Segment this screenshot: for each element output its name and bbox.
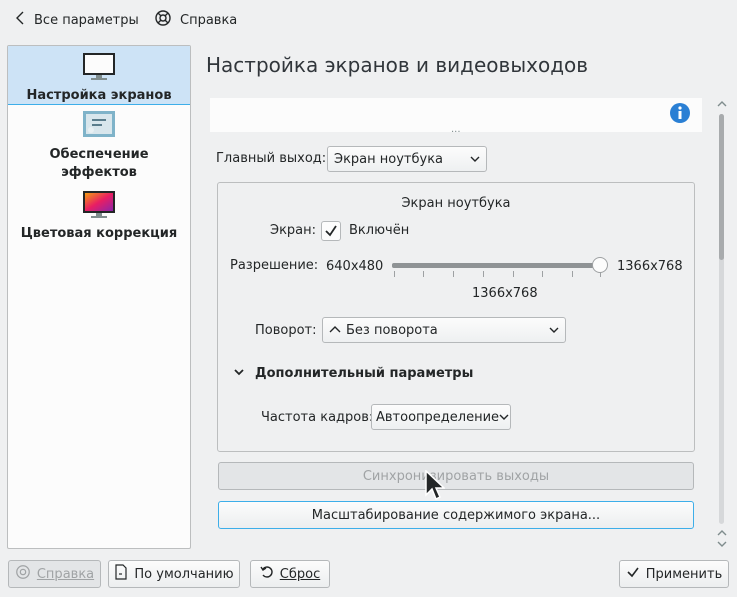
sync-outputs-label: Синхронизировать выходы (362, 468, 550, 484)
primary-output-label: Главный выход: (216, 151, 327, 166)
monitor-icon (83, 53, 115, 80)
sync-outputs-button[interactable]: Синхронизировать выходы (218, 462, 694, 490)
sidebar-item-label: Обеспечение эффектов (49, 147, 149, 180)
lifebuoy-icon (15, 564, 31, 584)
slider-tick (483, 271, 484, 277)
chevron-left-icon (14, 10, 26, 30)
back-label: Все параметры (34, 12, 139, 28)
screen-enabled-label: Включён (349, 223, 410, 238)
scrollbar-thumb[interactable] (719, 114, 724, 260)
sidebar-item-effects[interactable]: Обеспечение эффектов (8, 110, 190, 184)
checkmark-icon (626, 565, 640, 583)
reset-button[interactable]: Сброс (250, 560, 330, 588)
chevron-down-icon (549, 323, 559, 338)
rotation-up-icon (329, 323, 341, 338)
slider-tick (572, 271, 573, 277)
mouse-cursor-icon (425, 469, 446, 506)
help-label: Справка (180, 12, 238, 28)
chevron-down-icon (499, 410, 509, 425)
resolution-slider-handle[interactable] (592, 257, 608, 273)
screen-enabled-checkbox[interactable] (321, 221, 341, 241)
chevron-down-icon (233, 366, 245, 381)
scale-content-button[interactable]: Масштабирование содержимого экрана... (218, 501, 694, 529)
resolution-max: 1366x768 (617, 259, 683, 274)
scroll-down-arrow-icon[interactable] (716, 538, 728, 553)
desktop-effects-icon (83, 111, 115, 137)
primary-output-combo[interactable]: Экран ноутбука (327, 146, 487, 172)
apply-button[interactable]: Применить (619, 560, 729, 588)
reset-label: Сброс (279, 566, 321, 582)
resolution-label: Разрешение: (230, 258, 319, 273)
scroll-up-arrow-icon[interactable] (716, 98, 728, 113)
slider-tick (542, 271, 543, 277)
sidebar: Настройка экранов Обеспечение эффектов Ц… (7, 45, 191, 549)
sidebar-item-color-correction[interactable]: Цветовая коррекция (8, 190, 190, 242)
slider-tick (453, 271, 454, 277)
advanced-toggle[interactable]: Дополнительный параметры (233, 366, 473, 381)
refresh-combo[interactable]: Автоопределение (371, 404, 511, 430)
undo-icon (260, 565, 274, 583)
apply-label: Применить (645, 566, 723, 582)
rotation-value: Без поворота (346, 322, 438, 338)
slider-tick (394, 271, 395, 277)
preview-resize-handle[interactable]: ... (451, 124, 461, 135)
help-button[interactable]: Справка (154, 8, 237, 32)
defaults-label: По умолчанию (134, 566, 234, 582)
rotation-label: Поворот: (255, 323, 317, 338)
resolution-slider-fill (392, 263, 598, 268)
footer-help-button[interactable]: Справка (8, 560, 101, 588)
scale-content-label: Масштабирование содержимого экрана... (311, 507, 601, 523)
rotation-combo[interactable]: Без поворота (322, 317, 566, 343)
info-icon[interactable] (669, 102, 691, 128)
advanced-label: Дополнительный параметры (255, 366, 474, 381)
screen-label: Экран: (270, 223, 317, 238)
document-revert-icon (114, 564, 128, 584)
defaults-button[interactable]: По умолчанию (108, 560, 240, 588)
footer-help-label: Справка (36, 566, 95, 582)
sidebar-item-displays[interactable]: Настройка экранов (8, 46, 190, 105)
page-title: Настройка экранов и видеовыходов (206, 53, 589, 77)
resolution-current: 1366x768 (472, 286, 538, 301)
group-title: Экран ноутбука (401, 196, 511, 211)
sidebar-item-label: Настройка экранов (26, 88, 172, 103)
chevron-down-icon (470, 152, 480, 167)
sidebar-item-label: Цветовая коррекция (20, 226, 178, 241)
refresh-value: Автоопределение (376, 409, 500, 425)
checkmark-icon (325, 225, 337, 237)
slider-tick (513, 271, 514, 277)
lifebuoy-icon (154, 9, 172, 31)
back-button[interactable]: Все параметры (14, 8, 139, 32)
primary-output-value: Экран ноутбука (334, 151, 444, 167)
slider-tick (423, 271, 424, 277)
refresh-label: Частота кадров: (261, 410, 374, 425)
color-monitor-icon (83, 191, 115, 218)
resolution-min: 640x480 (326, 259, 384, 274)
